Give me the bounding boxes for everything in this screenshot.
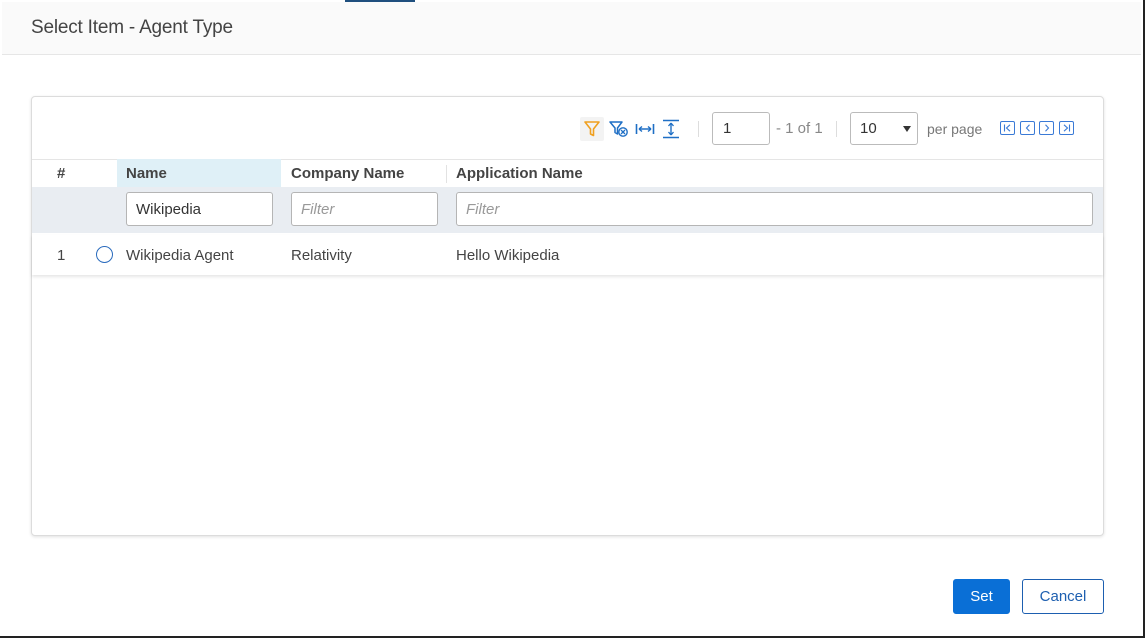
last-page-icon[interactable]	[1059, 121, 1074, 135]
page-count-label: - 1 of 1	[776, 120, 823, 137]
name-filter-input[interactable]	[126, 192, 273, 226]
dialog-title: Select Item - Agent Type	[31, 17, 233, 38]
toolbar-separator	[698, 121, 699, 137]
per-page-label: per page	[927, 121, 983, 137]
item-list-card: - 1 of 1 10 per page # Name	[31, 96, 1104, 536]
select-item-dialog: Select Item - Agent Type - 1 of 1 10	[0, 0, 1145, 638]
per-page-value: 10	[860, 120, 877, 137]
chevron-down-icon	[903, 126, 911, 132]
application-name-filter-input[interactable]	[456, 192, 1093, 226]
clear-filter-icon[interactable]	[607, 117, 631, 141]
row-company-cell: Relativity	[291, 247, 352, 264]
toolbar-separator	[836, 121, 837, 137]
row-number: 1	[57, 247, 66, 264]
column-header-name[interactable]: Name	[117, 159, 281, 187]
column-header-company-name[interactable]: Company Name	[282, 159, 446, 187]
column-header-application-name[interactable]: Application Name	[447, 159, 1097, 187]
company-name-filter-input[interactable]	[291, 192, 438, 226]
filter-icon[interactable]	[580, 117, 604, 141]
per-page-select[interactable]: 10	[850, 112, 918, 145]
column-header-number[interactable]: #	[32, 159, 116, 187]
row-application-cell: Hello Wikipedia	[456, 247, 560, 264]
row-select-radio[interactable]	[96, 246, 113, 263]
table-row[interactable]: 1 Wikipedia Agent Relativity Hello Wikip…	[32, 235, 1103, 275]
list-toolbar: - 1 of 1 10 per page	[32, 97, 1103, 160]
cancel-button[interactable]: Cancel	[1022, 579, 1104, 614]
page-number-input[interactable]	[712, 112, 770, 145]
next-page-icon[interactable]	[1039, 121, 1054, 135]
fit-columns-icon[interactable]	[633, 117, 657, 141]
set-button[interactable]: Set	[953, 579, 1010, 614]
filter-row	[32, 187, 1103, 233]
expand-rows-icon[interactable]	[659, 117, 683, 141]
dialog-header: Select Item - Agent Type	[2, 2, 1141, 55]
first-page-icon[interactable]	[1000, 121, 1015, 135]
prev-page-icon[interactable]	[1020, 121, 1035, 135]
row-name-cell: Wikipedia Agent	[126, 247, 234, 264]
